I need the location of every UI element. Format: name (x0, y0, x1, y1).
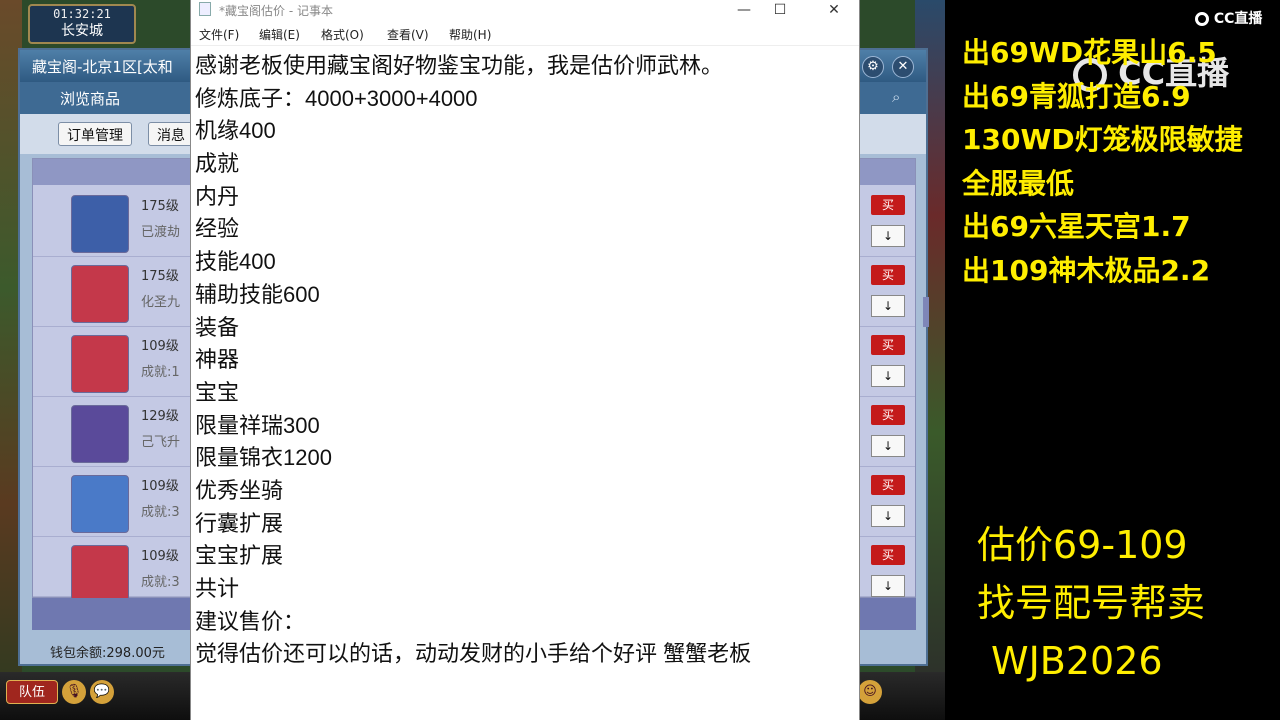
emote-icon[interactable]: ☺ (858, 680, 882, 704)
sale-line: 出69青狐打造6.9 (962, 79, 1191, 113)
sort-down-button[interactable]: ↓ (871, 575, 905, 597)
close-icon[interactable]: ✕ (892, 56, 914, 78)
pricing-service-info: 估价69-109 找号配号帮卖 WJB2026 (977, 516, 1205, 690)
menu-help[interactable]: 帮助(H) (449, 26, 491, 43)
notepad-text-area[interactable]: 感谢老板使用藏宝阁好物鉴宝功能，我是估价师武林。 修炼底子：4000+3000+… (195, 50, 855, 700)
text-line: 共计 (195, 576, 240, 601)
row-sub: 化圣九 (141, 295, 181, 310)
row-level: 109级 (141, 339, 179, 354)
menu-edit[interactable]: 编辑(E) (259, 26, 300, 43)
text-line: 机缘400 (195, 118, 276, 144)
row-level: 175级 (141, 269, 179, 284)
messages-button[interactable]: 消息 (148, 122, 194, 146)
sort-down-button[interactable]: ↓ (871, 295, 905, 317)
clock-city: 长安城 (61, 23, 103, 39)
cc-logo-text: CC直播 (1213, 11, 1263, 27)
character-avatar (71, 195, 129, 253)
character-avatar (71, 265, 129, 323)
sale-line: 出69WD花果山6.5 (962, 36, 1217, 69)
screen: 01:32:21 长安城 藏宝阁-北京1区[太和 ⚙ ✕ 浏览商品 ⌕ 订单管理… (0, 0, 1280, 720)
text-line: 感谢老板使用藏宝阁好物鉴宝功能，我是估价师武林。 (195, 53, 724, 78)
character-avatar (71, 545, 129, 603)
text-line: 辅助技能600 (195, 281, 320, 307)
goods-list-scrollbar[interactable] (923, 297, 929, 327)
sort-down-button[interactable]: ↓ (871, 365, 905, 387)
row-level: 129级 (141, 409, 179, 424)
stream-overlay: CC直播 CC直播 出69WD花果山6.5 出69青狐打造6.9 130WD灯笼… (945, 0, 1280, 720)
buy-button[interactable]: 买 (871, 545, 905, 565)
buy-button[interactable]: 买 (871, 475, 905, 495)
sale-announcements: 出69WD花果山6.5 出69青狐打造6.9 130WD灯笼极限敏捷 全服最低 … (962, 31, 1243, 292)
browse-goods-tab[interactable]: 浏览商品 (60, 88, 120, 109)
text-line: 技能400 (195, 249, 276, 275)
game-clock: 01:32:21 长安城 (28, 4, 136, 44)
text-line: 行囊扩展 (195, 510, 284, 536)
text-line: 神器 (195, 347, 240, 373)
notepad-titlebar: *藏宝阁估价 - 记事本 — ☐ ✕ (191, 0, 859, 22)
row-level: 175级 (141, 199, 179, 214)
buy-button[interactable]: 买 (871, 405, 905, 425)
sale-line: 出69六星天宫1.7 (962, 210, 1191, 243)
text-line: 建议售价： (195, 608, 306, 634)
row-sub: 已渡劫 (141, 225, 181, 240)
buy-button[interactable]: 买 (871, 265, 905, 285)
character-avatar (71, 475, 129, 533)
row-sub: 己飞升 (141, 435, 181, 450)
text-line: 优秀坐骑 (195, 477, 284, 503)
text-line: 装备 (195, 314, 240, 340)
gear-icon[interactable]: ⚙ (862, 56, 884, 78)
character-avatar (71, 405, 129, 463)
text-line: 限量锦衣1200 (195, 445, 332, 471)
row-sub: 成就:1 (141, 365, 180, 380)
microphone-icon[interactable]: 🎙 (62, 680, 86, 704)
notepad-title: *藏宝阁估价 - 记事本 (219, 4, 333, 18)
search-icon[interactable]: ⌕ (892, 88, 900, 106)
row-level: 109级 (141, 549, 179, 564)
order-management-button[interactable]: 订单管理 (58, 122, 132, 146)
sort-down-button[interactable]: ↓ (871, 435, 905, 457)
price-range: 估价69-109 (977, 523, 1188, 567)
text-line: 宝宝 (195, 379, 240, 405)
contact-id: WJB2026 (991, 639, 1163, 683)
row-sub: 成就:3 (141, 575, 180, 590)
menu-format[interactable]: 格式(O) (321, 26, 364, 43)
text-line: 内丹 (195, 183, 240, 209)
row-sub: 成就:3 (141, 505, 180, 520)
clock-time: 01:32:21 (53, 7, 111, 21)
text-line: 修炼底子：4000+3000+4000 (195, 85, 478, 111)
chat-icon[interactable]: 💬 (90, 680, 114, 704)
text-line: 限量祥瑞300 (195, 412, 320, 438)
menu-view[interactable]: 查看(V) (387, 26, 429, 43)
sale-line: 全服最低 (962, 166, 1075, 200)
maximize-button[interactable]: ☐ (757, 0, 803, 22)
notepad-menubar: 文件(F) 编辑(E) 格式(O) 查看(V) 帮助(H) (191, 22, 859, 46)
menu-file[interactable]: 文件(F) (199, 26, 239, 43)
row-level: 109级 (141, 479, 179, 494)
cc-logo-icon (1195, 12, 1209, 26)
cc-live-logo-small: CC直播 (1195, 8, 1262, 28)
sale-line: 130WD灯笼极限敏捷 (962, 123, 1243, 156)
team-button[interactable]: 队伍 (6, 680, 58, 704)
close-button[interactable]: ✕ (811, 0, 857, 22)
text-line: 觉得估价还可以的话，动动发财的小手给个好评 蟹蟹老板 (195, 641, 752, 667)
notepad-window: *藏宝阁估价 - 记事本 — ☐ ✕ 文件(F) 编辑(E) 格式(O) 查看(… (190, 0, 860, 720)
wallet-balance: 钱包余额:298.00元 (50, 646, 165, 661)
sort-down-button[interactable]: ↓ (871, 505, 905, 527)
sale-line: 出109神木极品2.2 (962, 253, 1211, 287)
text-line: 宝宝扩展 (195, 543, 284, 569)
character-avatar (71, 335, 129, 393)
sort-down-button[interactable]: ↓ (871, 225, 905, 247)
buy-button[interactable]: 买 (871, 335, 905, 355)
service-text: 找号配号帮卖 (977, 581, 1206, 625)
text-line: 经验 (195, 216, 240, 242)
buy-button[interactable]: 买 (871, 195, 905, 215)
notepad-icon (199, 2, 211, 16)
text-line: 成就 (195, 151, 240, 177)
